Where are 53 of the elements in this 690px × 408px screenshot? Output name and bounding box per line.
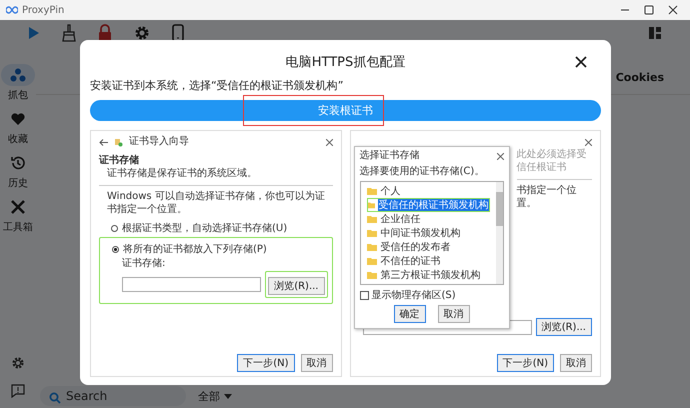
dialog-title: 电脑HTTPS抓包配置 xyxy=(286,54,406,71)
cancel-button[interactable]: 取消 xyxy=(560,354,592,372)
section-description: 证书存储是保存证书的系统区域。 xyxy=(106,168,258,180)
filter-dropdown[interactable]: 全部 xyxy=(198,388,232,404)
field-label: 证书存储: xyxy=(121,258,166,270)
section-title: 证书存储 xyxy=(99,155,140,168)
wizard-paragraph: 书指定一个位置。 xyxy=(516,185,578,210)
window-title: ProxyPin xyxy=(22,4,64,16)
certificate-icon xyxy=(114,138,123,146)
infinity-icon xyxy=(6,6,18,14)
heart-icon xyxy=(10,112,26,126)
store-list-item[interactable]: 不信任的证书 xyxy=(366,254,496,268)
store-list-item[interactable]: 中间证书颁发机构 xyxy=(366,226,496,240)
search-field[interactable]: Search xyxy=(40,386,186,406)
picker-prompt: 选择要使用的证书存储(C)。 xyxy=(360,166,486,178)
store-list-item[interactable]: 受信任的发布者 xyxy=(366,240,496,254)
back-arrow-icon[interactable] xyxy=(99,138,108,146)
annotation-text: 此处必须选择受信任根证书 xyxy=(516,149,588,174)
store-list-item[interactable]: 个人 xyxy=(366,184,496,198)
caret-icon xyxy=(224,394,232,398)
tab[interactable]: Cookies xyxy=(616,70,664,84)
dashboard-icon[interactable] xyxy=(648,26,662,40)
browse-button[interactable]: 浏览(R)... xyxy=(268,276,324,294)
cancel-button[interactable]: 取消 xyxy=(300,354,332,372)
close-icon[interactable] xyxy=(575,56,587,68)
certificate-store-field[interactable] xyxy=(122,276,262,292)
next-button[interactable]: 下一步(N) xyxy=(496,354,554,372)
store-list-item[interactable]: 第三方根证书颁发机构 xyxy=(366,268,496,282)
next-button[interactable]: 下一步(N) xyxy=(237,354,294,372)
picker-title: 选择证书存储 xyxy=(360,150,420,162)
sidebar-item[interactable]: 收藏 xyxy=(1,108,35,146)
wizard-title: 证书导入向导 xyxy=(129,136,189,148)
close-icon[interactable] xyxy=(668,5,678,15)
settings-icon[interactable] xyxy=(134,25,150,41)
maximize-icon[interactable] xyxy=(644,5,654,15)
dots-icon xyxy=(10,68,26,82)
sidebar-item[interactable]: 工具箱 xyxy=(1,196,35,234)
lock-icon[interactable] xyxy=(98,24,112,42)
sidebar-item[interactable]: 历史 xyxy=(1,152,35,190)
feedback-icon[interactable] xyxy=(11,384,25,398)
broom-icon[interactable] xyxy=(62,24,76,42)
ok-button[interactable]: 确定 xyxy=(394,305,426,323)
browse-button[interactable]: 浏览(R)... xyxy=(536,318,592,336)
radio-option[interactable]: 根据证书类型，自动选择证书存储(U) xyxy=(99,221,332,235)
phone-icon[interactable] xyxy=(172,24,184,42)
scrollbar[interactable] xyxy=(496,182,502,284)
radio-option[interactable]: 将所有的证书都放入下列存储(P) xyxy=(100,242,328,256)
wizard-paragraph: Windows 可以自动选择证书存储，你也可以为证书指定一个位置。 xyxy=(106,191,326,216)
checkbox[interactable]: 显示物理存储区(S) xyxy=(360,288,504,302)
instruction-text: 安装证书到本系统，选择“受信任的根证书颁发机构” xyxy=(90,78,344,93)
store-list-item[interactable]: 企业信任 xyxy=(366,212,496,226)
cancel-button[interactable]: 取消 xyxy=(438,305,470,323)
history-icon xyxy=(10,155,26,171)
